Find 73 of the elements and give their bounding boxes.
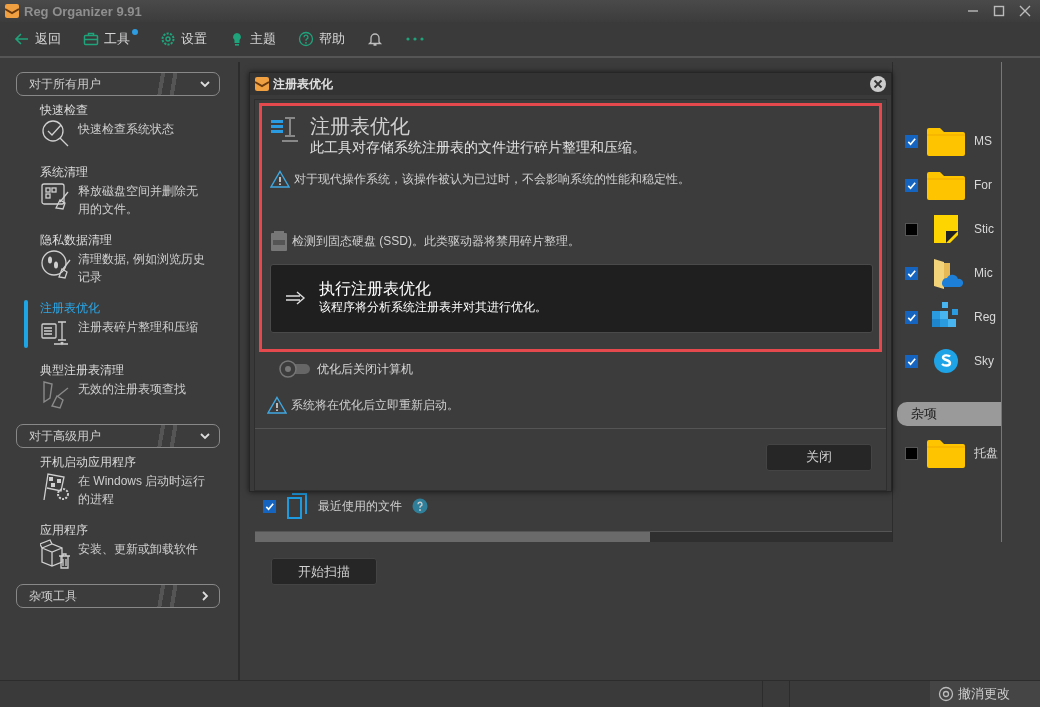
checkbox[interactable] — [905, 178, 918, 192]
app-name: MS — [974, 134, 992, 148]
chevron-right-icon — [199, 590, 211, 602]
checkbox[interactable] — [905, 134, 918, 148]
toolbar-button[interactable]: 帮助 — [298, 28, 345, 50]
flag-gear-icon — [40, 470, 72, 502]
checkbox[interactable] — [905, 310, 918, 324]
bell-icon[interactable] — [367, 31, 383, 47]
close-button[interactable]: 关闭 — [766, 443, 872, 471]
toolbox-icon — [83, 31, 99, 47]
folder-icon — [926, 125, 966, 157]
app-name: Reg — [974, 310, 996, 324]
back-arrow-icon — [14, 31, 30, 47]
app-name: For — [974, 178, 992, 192]
chevron-down-icon — [199, 78, 211, 90]
toolbar-button[interactable]: 设置 — [160, 28, 207, 50]
scrollbar[interactable] — [255, 531, 892, 542]
sidebar-item[interactable]: 快速检查 快速检查系统状态 — [24, 102, 208, 150]
toolbar-button[interactable]: 主题 — [229, 28, 276, 50]
close-icon[interactable] — [1018, 4, 1032, 18]
window-title: Reg Organizer 9.91 — [24, 3, 143, 19]
section-header[interactable]: 对于所有用户 — [16, 72, 220, 96]
dialog-subtitle: 此工具对存储系统注册表的文件进行碎片整理和压缩。 — [310, 138, 646, 156]
sidebar-item[interactable]: 典型注册表清理 无效的注册表项查找 — [24, 362, 208, 410]
sidebar-item[interactable]: 系统清理 释放磁盘空间并删除无用的文件。 — [24, 164, 208, 218]
restart-note: 系统将在优化后立即重新启动。 — [291, 396, 459, 414]
sidebar-item[interactable]: 应用程序 安装、更新或卸载软件 — [24, 522, 208, 570]
chevron-down-icon — [199, 430, 211, 442]
registry-clamp-icon — [270, 114, 300, 144]
scan-button[interactable]: 开始扫描 — [271, 558, 377, 585]
app-name: Stic — [974, 222, 994, 236]
sidebar-item[interactable]: 注册表优化 注册表碎片整理和压缩 — [24, 300, 208, 348]
undo-circle-icon — [938, 686, 954, 702]
dialog-heading: 注册表优化 — [310, 114, 411, 138]
arrow-right-icon — [285, 289, 307, 306]
warning-text: 对于现代操作系统，该操作被认为已过时，不会影响系统的性能和稳定性。 — [294, 170, 690, 188]
help-icon[interactable] — [412, 498, 428, 514]
ssd-note: 检测到固态硬盘 (SSD)。此类驱动器将禁用碎片整理。 — [292, 232, 580, 250]
app-name: 托盘 — [974, 444, 998, 462]
maximize-icon[interactable] — [992, 4, 1006, 18]
undo-button[interactable]: 撤消更改 — [930, 681, 1040, 707]
section-header[interactable]: 杂项工具 — [16, 584, 220, 608]
checkbox[interactable] — [905, 266, 918, 280]
app-name: Mic — [974, 266, 993, 280]
folder-icon — [926, 169, 966, 201]
toolbar-button[interactable]: 工具 — [83, 28, 138, 50]
help-icon — [298, 31, 314, 47]
folder-icon — [926, 437, 966, 469]
document-icon — [286, 493, 308, 519]
warning-icon — [267, 396, 287, 414]
toggle-switch[interactable] — [279, 360, 311, 378]
checkbox[interactable] — [905, 354, 918, 368]
optimize-button[interactable]: 执行注册表优化 该程序将分析系统注册表并对其进行优化。 — [270, 264, 873, 333]
checkbox[interactable] — [905, 446, 918, 460]
sidebar-item[interactable]: 隐私数据清理 清理数据, 例如浏览历史记录 — [24, 232, 208, 286]
group-header: 杂项 — [897, 402, 1001, 426]
checkbox[interactable] — [263, 499, 276, 513]
checkbox[interactable] — [905, 222, 918, 236]
close-button[interactable] — [869, 75, 887, 93]
app-logo-icon — [254, 76, 270, 92]
section-header[interactable]: 对于高级用户 — [16, 424, 220, 448]
footprints-broom-icon — [40, 248, 72, 280]
option-label: 最近使用的文件 — [318, 497, 402, 515]
app-logo-icon — [4, 3, 20, 19]
app-name: Sky — [974, 354, 994, 368]
ssd-icon — [270, 230, 288, 252]
settings-icon — [160, 31, 176, 47]
sidebar-item[interactable]: 开机启动应用程序 在 Windows 启动时运行的进程 — [24, 454, 208, 508]
toggle-label: 优化后关闭计算机 — [317, 360, 413, 378]
warning-icon — [270, 170, 290, 188]
box-trash-icon — [40, 538, 72, 570]
dialog-title: 注册表优化 — [273, 75, 334, 93]
toolbar-button[interactable]: 返回 — [14, 28, 61, 50]
